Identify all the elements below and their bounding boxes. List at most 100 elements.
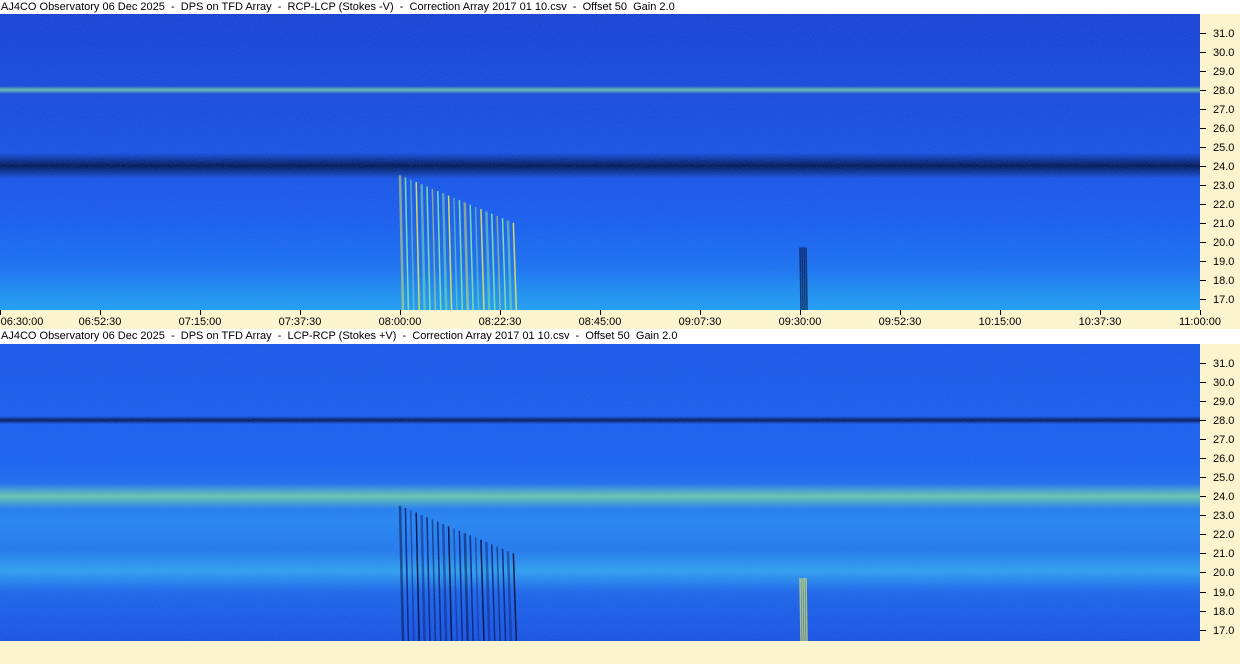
x-tick: 09:07:30 [670, 310, 730, 329]
y-tick-mark [1200, 108, 1206, 110]
x-tick-mark [100, 310, 101, 315]
x-tick-label: 10:15:00 [978, 316, 1022, 328]
x-tick-label: 09:30:00 [778, 316, 822, 328]
y-tick: 23.0 [1200, 510, 1240, 522]
y-tick-mark [1200, 146, 1206, 148]
y-tick-mark [1200, 420, 1206, 422]
y-tick-mark [1200, 32, 1206, 34]
x-tick: 06:52:30 [70, 310, 130, 329]
x-tick-mark [700, 310, 701, 315]
x-tick: 08:45:00 [570, 310, 630, 329]
y-tick-mark [1200, 401, 1206, 403]
y-tick-label: 30.0 [1213, 46, 1235, 59]
y-tick: 26.0 [1200, 123, 1240, 135]
panel-1-heatmap [0, 14, 1200, 310]
y-tick-label: 23.0 [1213, 179, 1235, 192]
y-tick-label: 19.0 [1213, 586, 1235, 599]
y-tick-mark [1200, 382, 1206, 384]
panel-2-title: AJ4CO Observatory 06 Dec 2025 - DPS on T… [0, 329, 1240, 344]
y-tick-label: 31.0 [1213, 358, 1235, 371]
y-tick-mark [1200, 515, 1206, 517]
x-tick-label: 08:45:00 [578, 316, 622, 328]
panel-1-x-axis: 06:30:00 06:52:30 07:15:00 07:37:30 08:00:00… [0, 310, 1240, 329]
x-tick: 10:15:00 [970, 310, 1030, 329]
y-tick-mark [1200, 127, 1206, 129]
y-tick: 24.0 [1200, 161, 1240, 173]
x-tick: 08:22:30 [470, 310, 530, 329]
panel-2-y-axis: 31.0 30.0 29.0 28.0 27.0 26.0 25.0 24.0 23.0 22.0… [1200, 344, 1240, 641]
y-tick-mark [1200, 51, 1206, 53]
y-tick-mark [1200, 477, 1206, 479]
x-tick-mark [500, 310, 501, 315]
y-tick-label: 26.0 [1213, 122, 1235, 135]
y-tick-mark [1200, 222, 1206, 224]
y-tick-label: 28.0 [1213, 84, 1235, 97]
x-tick-label: 09:52:30 [878, 316, 922, 328]
x-tick-label: 08:22:30 [478, 316, 522, 328]
x-tick: 09:52:30 [870, 310, 930, 329]
y-tick: 27.0 [1200, 104, 1240, 116]
y-tick-mark [1200, 496, 1206, 498]
y-tick-label: 22.0 [1213, 198, 1235, 211]
y-tick-label: 18.0 [1213, 274, 1235, 287]
x-tick: 11:00:00 [1170, 310, 1230, 329]
x-tick-mark [200, 310, 201, 315]
y-tick-mark [1200, 534, 1206, 536]
y-tick-label: 18.0 [1213, 605, 1235, 618]
y-tick-label: 24.0 [1213, 491, 1235, 504]
y-tick: 29.0 [1200, 66, 1240, 78]
noise-overlay [0, 344, 1200, 641]
y-tick-label: 21.0 [1213, 217, 1235, 230]
y-tick-mark [1200, 70, 1206, 72]
y-tick: 22.0 [1200, 199, 1240, 211]
x-tick-mark [900, 310, 901, 315]
y-tick: 21.0 [1200, 548, 1240, 560]
x-tick-mark [1200, 310, 1201, 315]
x-tick-mark [300, 310, 301, 315]
y-tick-label: 22.0 [1213, 529, 1235, 542]
y-tick-mark [1200, 203, 1206, 205]
y-tick-mark [1200, 572, 1206, 574]
y-tick: 27.0 [1200, 434, 1240, 446]
y-tick-label: 21.0 [1213, 548, 1235, 561]
y-tick: 18.0 [1200, 606, 1240, 618]
y-tick-mark [1200, 553, 1206, 555]
y-tick-label: 20.0 [1213, 236, 1235, 249]
y-tick: 18.0 [1200, 275, 1240, 287]
y-tick: 24.0 [1200, 491, 1240, 503]
y-tick-mark [1200, 610, 1206, 612]
x-tick-label: 08:00:00 [378, 316, 422, 328]
y-tick: 22.0 [1200, 529, 1240, 541]
x-tick-mark [400, 310, 401, 315]
y-tick: 31.0 [1200, 358, 1240, 370]
x-tick: 10:37:30 [1070, 310, 1130, 329]
y-tick: 31.0 [1200, 28, 1240, 40]
panel-2-heatmap [0, 344, 1200, 641]
y-tick-label: 31.0 [1213, 27, 1235, 40]
y-tick: 20.0 [1200, 237, 1240, 249]
x-tick-mark [800, 310, 801, 315]
y-tick-mark [1200, 439, 1206, 441]
y-tick-mark [1200, 184, 1206, 186]
y-tick: 29.0 [1200, 396, 1240, 408]
y-tick: 26.0 [1200, 453, 1240, 465]
y-tick: 28.0 [1200, 85, 1240, 97]
x-tick-label: 07:15:00 [178, 316, 222, 328]
y-tick-mark [1200, 298, 1206, 300]
y-tick-mark [1200, 165, 1206, 167]
y-tick-label: 29.0 [1213, 65, 1235, 78]
y-tick-label: 17.0 [1213, 293, 1235, 306]
x-tick-mark [600, 310, 601, 315]
y-tick-label: 23.0 [1213, 510, 1235, 523]
y-tick-label: 29.0 [1213, 396, 1235, 409]
panel-2-spectrogram [0, 344, 1200, 641]
y-tick-mark [1200, 591, 1206, 593]
y-tick-mark [1200, 241, 1206, 243]
x-tick-label: 06:52:30 [78, 316, 122, 328]
y-tick: 23.0 [1200, 180, 1240, 192]
y-tick-mark [1200, 89, 1206, 91]
y-tick-mark [1200, 363, 1206, 365]
y-tick: 28.0 [1200, 415, 1240, 427]
x-tick-label: 06:30:00 [0, 316, 44, 328]
y-tick: 30.0 [1200, 377, 1240, 389]
